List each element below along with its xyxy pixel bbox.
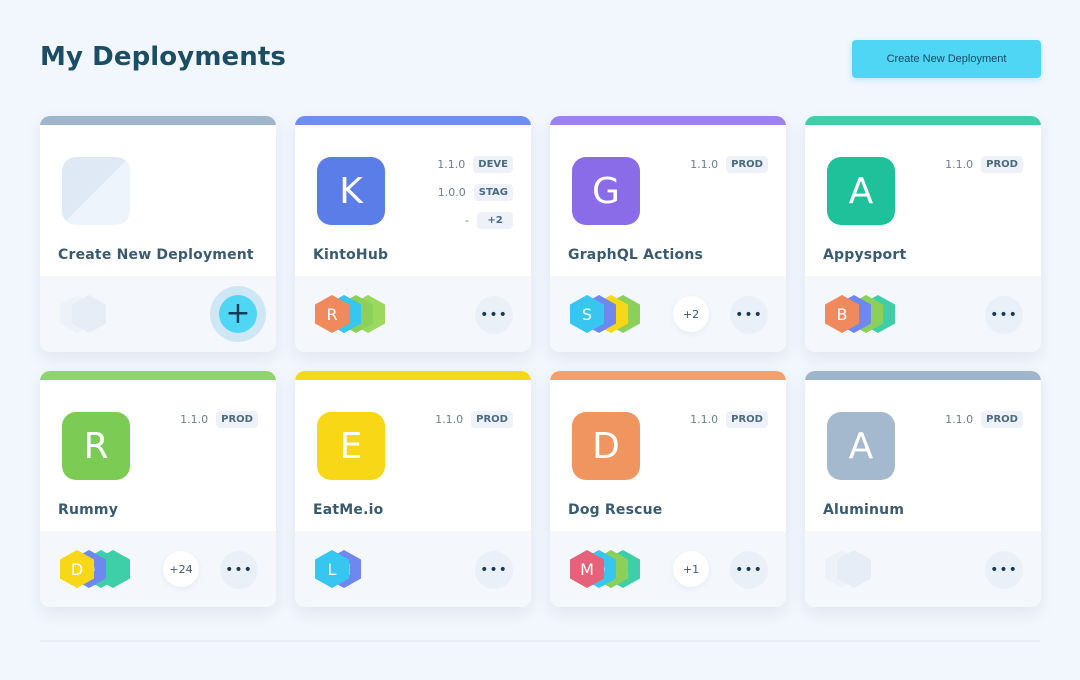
version-list: 1.1.0 PROD (945, 409, 1023, 429)
version-number: 1.0.0 (437, 185, 466, 199)
version-number: 1.1.0 (180, 412, 209, 426)
card-top: A 1.1.0 PROD Appysport (805, 125, 1041, 276)
more-options-icon[interactable]: ••• (730, 551, 768, 589)
app-name: Appysport (823, 247, 907, 263)
placeholder-app-icon (62, 157, 130, 225)
team-avatars: LM (315, 550, 361, 588)
deployment-card[interactable]: A 1.1.0 PROD Appysport BGNS ••• (805, 116, 1041, 352)
card-stripe (295, 116, 531, 125)
version-row: 1.1.0 PROD (180, 409, 258, 429)
more-options-icon[interactable]: ••• (985, 296, 1023, 334)
extra-members-count[interactable]: +2 (673, 296, 709, 332)
environment-badge[interactable]: PROD (216, 410, 258, 428)
page-title: My Deployments (40, 42, 286, 72)
avatar-placeholder-group (60, 295, 106, 333)
more-options-icon[interactable]: ••• (730, 296, 768, 334)
environment-badge[interactable]: PROD (981, 155, 1023, 173)
version-number: - (465, 213, 469, 227)
card-stripe (40, 371, 276, 380)
version-row: 1.1.0 PROD (435, 409, 513, 429)
version-row: 1.1.0 PROD (690, 409, 768, 429)
card-top: Create New Deployment (40, 125, 276, 276)
card-stripe (805, 116, 1041, 125)
version-number: 1.1.0 (945, 412, 974, 426)
version-list: 1.1.0 DEVE 1.0.0 STAG - +2 (437, 154, 513, 230)
card-top: E 1.1.0 PROD EatMe.io (295, 380, 531, 531)
environment-badge[interactable]: PROD (726, 155, 768, 173)
more-options-icon[interactable]: ••• (985, 551, 1023, 589)
card-top: K 1.1.0 DEVE 1.0.0 STAG - +2 KintoHub (295, 125, 531, 276)
add-deployment-button[interactable]: + (210, 286, 266, 342)
plus-icon: + (219, 295, 257, 333)
team-avatars: MOKK (570, 550, 640, 588)
page-divider (40, 640, 1040, 642)
card-top: A 1.1.0 PROD Aluminum (805, 380, 1041, 531)
app-name: KintoHub (313, 247, 389, 263)
version-list: 1.1.0 PROD (180, 409, 258, 429)
extra-members-count[interactable]: +24 (163, 551, 199, 587)
version-row: 1.1.0 PROD (945, 409, 1023, 429)
new-deployment-label: Create New Deployment (58, 247, 254, 263)
app-icon: R (62, 412, 130, 480)
card-stripe (295, 371, 531, 380)
app-icon: K (317, 157, 385, 225)
version-list: 1.1.0 PROD (690, 154, 768, 174)
deployment-card[interactable]: K1.1.0DEVE1.0.0STAG-+2KintoHubRAVE••• (295, 116, 531, 352)
more-options-icon[interactable]: ••• (475, 551, 513, 589)
version-number: 1.1.0 (435, 412, 464, 426)
environment-badge[interactable]: PROD (471, 410, 513, 428)
version-row: 1.0.0 STAG (438, 182, 513, 202)
card-top: D 1.1.0 PROD Dog Rescue (550, 380, 786, 531)
card-stripe (550, 371, 786, 380)
version-row: 1.1.0 PROD (690, 154, 768, 174)
team-avatars (825, 550, 871, 588)
version-number: 1.1.0 (690, 412, 719, 426)
card-top: G 1.1.0 PROD GraphQL Actions (550, 125, 786, 276)
version-number: 1.1.0 (437, 157, 466, 171)
team-avatars: SFEY (570, 295, 640, 333)
version-row: 1.1.0 DEVE (437, 154, 513, 174)
more-options-icon[interactable]: ••• (475, 296, 513, 334)
app-icon: E (317, 412, 385, 480)
card-top: R 1.1.0 PROD Rummy (40, 380, 276, 531)
deployment-card[interactable]: E 1.1.0 PROD EatMe.io LM ••• (295, 371, 531, 607)
app-name: EatMe.io (313, 502, 384, 518)
card-stripe (550, 116, 786, 125)
deployment-card[interactable]: R 1.1.0 PROD Rummy DOZU +24 ••• (40, 371, 276, 607)
version-list: 1.1.0 PROD (435, 409, 513, 429)
environment-badge[interactable]: PROD (981, 410, 1023, 428)
app-name: Dog Rescue (568, 502, 663, 518)
environment-badge[interactable]: PROD (726, 410, 768, 428)
environment-badge[interactable]: +2 (477, 211, 513, 229)
app-icon: G (572, 157, 640, 225)
deployment-card[interactable]: D 1.1.0 PROD Dog Rescue MOKK +1 ••• (550, 371, 786, 607)
app-name: GraphQL Actions (568, 247, 704, 263)
version-row: - +2 (465, 210, 513, 230)
team-avatars: BGNS (825, 295, 895, 333)
app-icon: D (572, 412, 640, 480)
app-name: Aluminum (823, 502, 905, 518)
deployment-card[interactable]: G 1.1.0 PROD GraphQL Actions SFEY +2 ••• (550, 116, 786, 352)
environment-badge[interactable]: DEVE (473, 155, 513, 173)
app-icon: A (827, 157, 895, 225)
new-deployment-card[interactable]: Create New Deployment + (40, 116, 276, 352)
team-avatars: RAVE (315, 295, 385, 333)
version-row: 1.1.0 PROD (945, 154, 1023, 174)
app-icon: A (827, 412, 895, 480)
deployments-grid: Create New Deployment + K 1.1.0 DEVE 1.0.0 S… (40, 116, 1041, 607)
version-number: 1.1.0 (690, 157, 719, 171)
version-list: 1.1.0 PROD (690, 409, 768, 429)
more-options-icon[interactable]: ••• (220, 551, 258, 589)
deployment-card[interactable]: A 1.1.0 PROD Aluminum ••• (805, 371, 1041, 607)
card-stripe (805, 371, 1041, 380)
app-name: Rummy (58, 502, 119, 518)
version-number: 1.1.0 (945, 157, 974, 171)
create-deployment-button[interactable]: Create New Deployment (852, 40, 1041, 78)
team-avatars: DOZU (60, 550, 130, 588)
environment-badge[interactable]: STAG (473, 183, 513, 201)
card-stripe (40, 116, 276, 125)
extra-members-count[interactable]: +1 (673, 551, 709, 587)
version-list: 1.1.0 PROD (945, 154, 1023, 174)
